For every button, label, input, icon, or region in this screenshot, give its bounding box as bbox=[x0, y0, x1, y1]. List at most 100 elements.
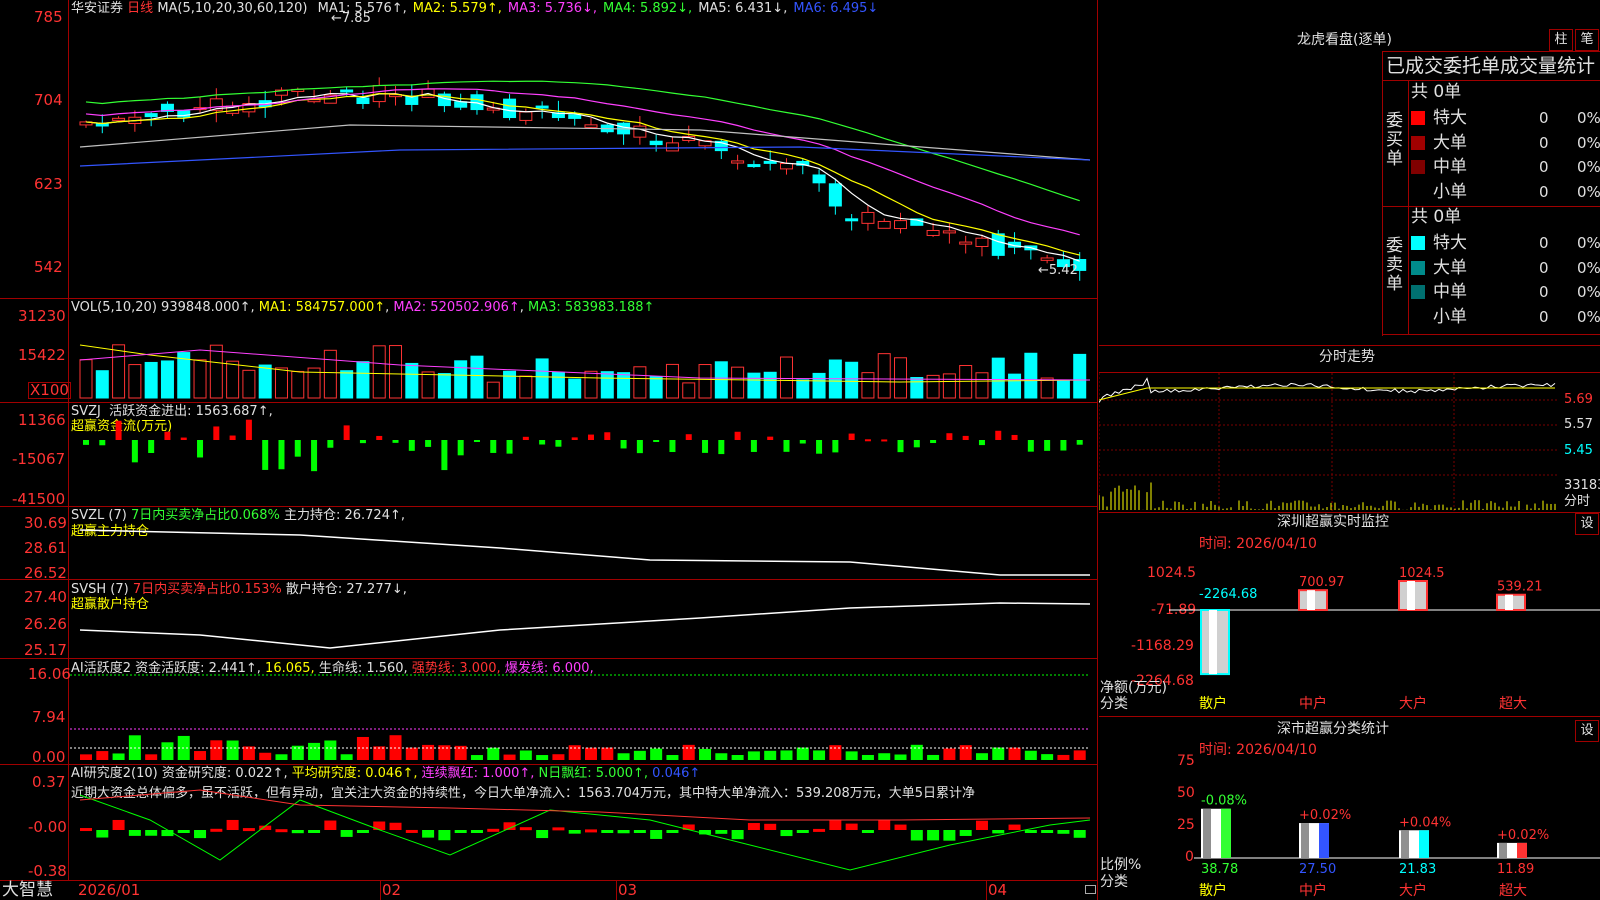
volume-bar bbox=[1024, 352, 1038, 399]
research-bar bbox=[601, 830, 614, 833]
volume-bar bbox=[519, 375, 533, 399]
active-bar bbox=[845, 751, 858, 760]
active-bar bbox=[992, 747, 1005, 760]
volume-bar bbox=[323, 349, 337, 399]
flow-bar bbox=[473, 440, 480, 442]
stats-bar-shade bbox=[1203, 808, 1211, 858]
volume-bar bbox=[128, 364, 142, 399]
flow-bar bbox=[913, 440, 920, 448]
research-bar bbox=[210, 828, 223, 832]
flow-bar bbox=[327, 440, 334, 448]
ma-line bbox=[79, 146, 1091, 167]
volume-bar bbox=[617, 372, 631, 399]
main-chart-area[interactable]: 785 704 623 542 华安证券 日线 MA(5,10,20,30,60… bbox=[0, 0, 1098, 900]
monitor-bar-highlight bbox=[1505, 594, 1513, 610]
active-bar bbox=[438, 745, 451, 760]
research-bar bbox=[617, 830, 630, 834]
research-bar bbox=[715, 830, 728, 834]
candle bbox=[454, 101, 468, 108]
volume-bar bbox=[1056, 380, 1070, 399]
research-bar bbox=[536, 830, 549, 839]
flow-bar bbox=[930, 440, 937, 444]
volume-bar bbox=[291, 370, 305, 399]
research-bar bbox=[226, 819, 239, 830]
volume-bar bbox=[242, 369, 256, 399]
research-bar bbox=[878, 820, 891, 830]
active-bar bbox=[959, 745, 972, 760]
research-bar bbox=[340, 830, 353, 837]
research-bar bbox=[927, 830, 940, 841]
monitor-value-label: 700.97 bbox=[1299, 575, 1345, 590]
active-bar bbox=[552, 754, 565, 760]
monitor-value-label: 1024.5 bbox=[1399, 566, 1445, 581]
flow-bar bbox=[425, 440, 432, 447]
volume-bar bbox=[568, 378, 582, 399]
active-bar bbox=[731, 754, 744, 760]
flow-bar bbox=[799, 440, 806, 444]
candle bbox=[747, 164, 761, 168]
volume-bar bbox=[470, 355, 484, 399]
monitor-bar-highlight bbox=[1307, 590, 1315, 610]
flow-bar bbox=[1011, 434, 1018, 440]
volume-bar bbox=[372, 345, 386, 399]
research-bar bbox=[764, 823, 777, 830]
volume-bar bbox=[845, 361, 859, 399]
volume-bar bbox=[535, 358, 549, 399]
active-bar bbox=[536, 755, 549, 760]
stats-bar-accent bbox=[1221, 808, 1231, 858]
research-bar bbox=[650, 830, 663, 839]
volume-bar bbox=[258, 364, 272, 399]
flow-bar bbox=[115, 420, 122, 440]
volume-bar bbox=[112, 344, 126, 399]
flow-bar bbox=[571, 437, 578, 440]
flow-bar bbox=[767, 436, 774, 440]
volume-bar bbox=[1008, 373, 1022, 399]
flow-bar bbox=[83, 440, 89, 445]
candle bbox=[112, 117, 126, 121]
flow-bar bbox=[1076, 440, 1083, 445]
volume-bar bbox=[79, 359, 93, 399]
research-bar bbox=[1057, 830, 1070, 834]
volume-bar bbox=[877, 353, 891, 399]
flow-bar bbox=[946, 433, 953, 440]
active-bar bbox=[813, 750, 826, 760]
active-bar bbox=[601, 747, 614, 760]
active-bar bbox=[470, 755, 483, 760]
flow-bar bbox=[653, 440, 660, 442]
flow-bar bbox=[783, 440, 790, 452]
flow-bar bbox=[376, 435, 383, 440]
research-bar bbox=[1073, 830, 1086, 838]
active-bar bbox=[943, 748, 956, 760]
active-bar bbox=[1057, 754, 1070, 760]
volume-bar bbox=[584, 370, 598, 399]
volume-bar bbox=[910, 377, 924, 399]
research-bar bbox=[275, 829, 288, 833]
active-bar bbox=[878, 753, 891, 760]
flow-bar bbox=[539, 440, 546, 445]
volume-bar bbox=[389, 345, 403, 399]
research-bar bbox=[128, 830, 141, 836]
volume-bar bbox=[649, 376, 663, 399]
active-bar bbox=[291, 745, 304, 760]
research-bar bbox=[943, 830, 956, 841]
candle bbox=[926, 229, 940, 236]
active-bar bbox=[910, 744, 923, 760]
active-bar bbox=[699, 748, 712, 760]
research-bar bbox=[161, 830, 174, 837]
volume-bar bbox=[975, 372, 989, 399]
active-bar bbox=[308, 742, 321, 760]
research-bar bbox=[308, 830, 321, 833]
volume-bar bbox=[861, 372, 875, 399]
flow-bar bbox=[897, 440, 904, 453]
active-bar bbox=[568, 745, 581, 760]
candle bbox=[519, 111, 533, 121]
candle bbox=[991, 233, 1005, 256]
active-bar bbox=[1024, 750, 1037, 760]
active-bar bbox=[194, 751, 207, 760]
active-bar bbox=[650, 748, 663, 760]
volume-bar bbox=[991, 357, 1005, 399]
research-bar bbox=[861, 830, 874, 833]
volume-bar bbox=[274, 367, 288, 399]
flow-bar bbox=[311, 440, 318, 472]
flow-bar bbox=[343, 425, 350, 440]
